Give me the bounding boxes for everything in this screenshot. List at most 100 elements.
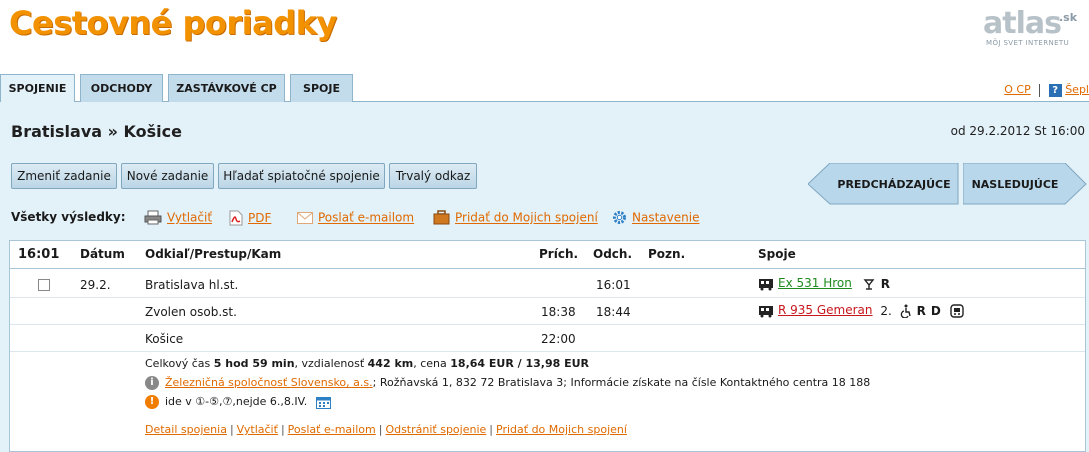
atlas-slogan: MÔJ SVET INTERNETU [986, 39, 1070, 47]
route-date: od 29.2.2012 St 16:00 [950, 124, 1085, 138]
table-row: Košice 22:00 [10, 325, 1085, 352]
header-arrival: Prích. [539, 247, 579, 261]
restaurant-icon [863, 278, 875, 290]
print-connection-link[interactable]: Vytlačiť [237, 423, 278, 436]
tab-spojenie[interactable]: SPOJENIE [0, 74, 75, 103]
header-route: Odkiaľ/Prestup/Kam [145, 247, 282, 261]
site-title[interactable]: Cestovné poriadky [9, 4, 337, 42]
divider [1039, 83, 1041, 97]
carrier-link[interactable]: Železničná spoločnosť Slovensko, a.s. [165, 376, 373, 389]
results-table: 16:01 Dátum Odkiaľ/Prestup/Kam Prích. Od… [9, 240, 1086, 452]
return-search-button[interactable]: Hľadať spiatočné spojenie [218, 163, 385, 189]
pdf-link[interactable]: PDF [248, 211, 271, 225]
about-link[interactable]: O CP [1004, 83, 1030, 96]
next-label: NASLEDUJÚCE [972, 178, 1059, 191]
stop-name: Zvolen osob.st. [145, 305, 237, 319]
stop-departure: 16:01 [596, 278, 631, 292]
printer-icon [144, 210, 162, 225]
operating-days-text: ide v ①-⑤,⑦,nejde 6.,8.IV. [165, 395, 308, 408]
help-link[interactable]: Šepl [1065, 83, 1089, 96]
train-cell: Ex 531 Hron R [758, 276, 890, 291]
email-link[interactable]: Poslať e-mailom [318, 211, 414, 225]
atlas-logo[interactable]: atlas .sk MÔJ SVET INTERNETU [983, 6, 1083, 48]
email-connection-link[interactable]: Poslať e-mailom [288, 423, 376, 436]
stop-arrival: 18:38 [541, 305, 576, 319]
next-button[interactable]: NASLEDUJÚCE [963, 163, 1087, 205]
permalink-button[interactable]: Trvalý odkaz [389, 163, 477, 189]
table-header: 16:01 Dátum Odkiaľ/Prestup/Kam Prích. Od… [10, 241, 1085, 269]
email-action[interactable]: Poslať e-mailom [297, 210, 414, 228]
tab-bar: SPOJENIE ODCHODY ZASTÁVKOVÉ CP SPOJE O C… [0, 73, 1089, 103]
add-to-mine-link[interactable]: Pridať do Mojich spojení [455, 211, 598, 225]
reservation-icon: R [916, 303, 926, 318]
divider: | [378, 423, 383, 436]
help-icon[interactable]: ? [1048, 83, 1062, 97]
alert-icon: ! [145, 395, 159, 409]
atlas-brand: atlas [983, 6, 1062, 41]
train-link[interactable]: R 935 Gemeran [778, 303, 873, 317]
results-label: Všetky výsledky: [11, 210, 126, 224]
previous-button[interactable]: PREDCHÁDZAJÚCE [808, 163, 960, 205]
header-time: 16:01 [18, 247, 60, 262]
train-icon [759, 305, 773, 317]
stop-name: Bratislava hl.st. [145, 278, 239, 292]
main-panel: Bratislava » Košice od 29.2.2012 St 16:0… [0, 102, 1089, 452]
summary-duration: 5 hod 59 min [213, 357, 295, 370]
stop-arrival: 22:00 [541, 332, 576, 346]
tab-zastavkove-cp[interactable]: ZASTÁVKOVÉ CP [168, 74, 285, 102]
page-header: Cestovné poriadky atlas .sk MÔJ SVET INT… [0, 0, 1089, 74]
table-row: Zvolen osob.st. 18:38 18:44 R 935 Gemera… [10, 298, 1085, 325]
divider: | [280, 423, 285, 436]
reservation-icon: R [880, 276, 890, 291]
header-departure: Odch. [593, 247, 633, 261]
train-cell: R 935 Gemeran 2. RD [758, 303, 964, 318]
add-connection-link[interactable]: Pridať do Mojich spojení [496, 423, 627, 436]
header-date: Dátum [80, 247, 125, 261]
table-row: 29.2. Bratislava hl.st. 16:01 Ex 531 Hro… [10, 271, 1085, 298]
summary-distance: 442 km [367, 357, 414, 370]
tab-spoje[interactable]: SPOJE [290, 74, 353, 102]
settings-link[interactable]: Nastavenie [632, 211, 699, 225]
pdf-action[interactable]: PDF [229, 210, 271, 228]
gear-icon [613, 211, 626, 224]
change-query-button[interactable]: Zmeniť zadanie [11, 163, 117, 189]
summary-text: , cena [413, 357, 451, 370]
atlas-brand-suffix: .sk [1059, 11, 1078, 24]
results-actions: Všetky výsledky: Vytlačiť PDF Poslať e-m… [11, 210, 1081, 228]
dining-icon: D [930, 303, 941, 318]
pdf-icon [229, 210, 243, 226]
select-connection-checkbox[interactable] [38, 279, 50, 291]
top-links: O CP ? Šepl [1004, 83, 1089, 97]
tab-odchody[interactable]: ODCHODY [80, 74, 163, 102]
settings-action[interactable]: Nastavenie [612, 210, 699, 228]
add-to-mine-action[interactable]: Pridať do Mojich spojení [433, 210, 598, 228]
header-trains: Spoje [758, 247, 796, 261]
route-title: Bratislava » Košice [11, 122, 182, 141]
train-class: 2. [880, 303, 892, 318]
print-link[interactable]: Vytlačiť [167, 211, 212, 225]
stop-departure: 18:44 [596, 305, 631, 319]
operating-days: ! ide v ①-⑤,⑦,nejde 6.,8.IV. [145, 395, 331, 409]
connection-links: Detail spojenia | Vytlačiť | Poslať e-mailom… [145, 423, 627, 436]
summary-text: Celkový čas [145, 357, 214, 370]
print-action[interactable]: Vytlačiť [144, 210, 212, 228]
summary-text: , vzdialenosť [294, 357, 368, 370]
train-icon [759, 278, 773, 290]
email-icon [297, 211, 313, 224]
trip-summary: Celkový čas 5 hod 59 min, vzdialenosť 44… [145, 357, 589, 370]
remove-connection-link[interactable]: Odstrániť spojenie [385, 423, 486, 436]
carrier-info: i Železničná spoločnosť Slovensko, a.s.; … [145, 376, 870, 390]
stop-name: Košice [145, 332, 184, 346]
detail-link[interactable]: Detail spojenia [145, 423, 227, 436]
connection-date: 29.2. [80, 278, 111, 292]
briefcase-icon [433, 210, 450, 225]
calendar-icon[interactable] [315, 395, 331, 409]
header-note: Pozn. [648, 247, 686, 261]
info-icon: i [145, 376, 159, 390]
divider: | [229, 423, 234, 436]
train-link[interactable]: Ex 531 Hron [778, 276, 852, 290]
wheelchair-icon [900, 304, 911, 318]
summary-price: 18,64 EUR / 13,98 EUR [450, 357, 590, 370]
previous-label: PREDCHÁDZAJÚCE [837, 178, 950, 191]
new-query-button[interactable]: Nové zadanie [121, 163, 214, 189]
